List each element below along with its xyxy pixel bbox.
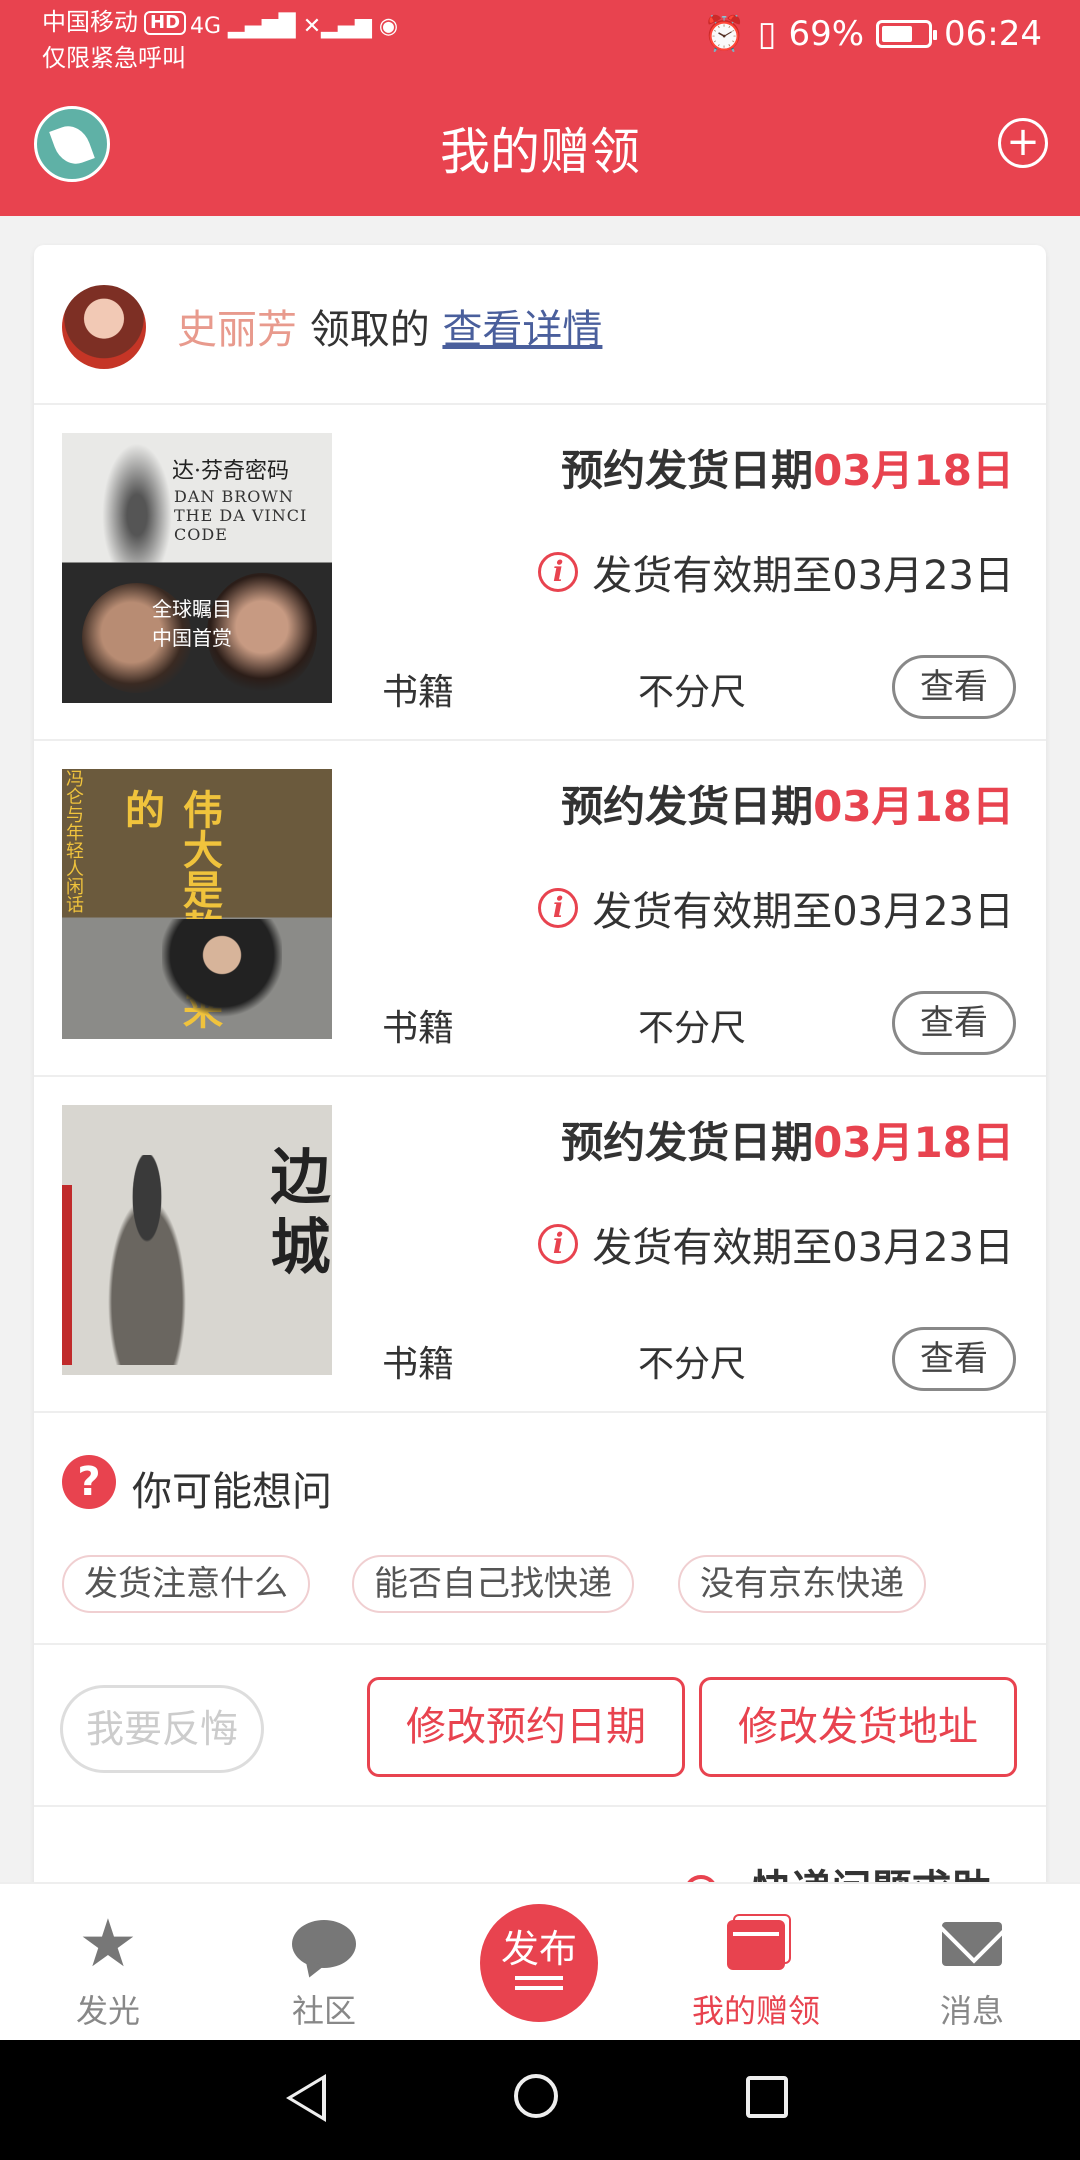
faq-chip[interactable]: 发货注意什么 (62, 1555, 310, 1613)
system-nav-bar (0, 2040, 1080, 2160)
cover-subtitle: DAN BROWN THE DA VINCI CODE (174, 487, 308, 544)
cover-subtitle: 冯仑与年轻人闲话人生 (63, 769, 84, 913)
validity: i 发货有效期至03月23日 (538, 1215, 1014, 1273)
nav-item-messages[interactable]: 消息 (892, 1884, 1052, 2042)
book-cover-da-vinci-code[interactable]: 达·芬奇密码 DAN BROWN THE DA VINCI CODE 全球瞩目 … (62, 433, 332, 703)
list-item: 达·芬奇密码 DAN BROWN THE DA VINCI CODE 全球瞩目 … (34, 403, 1046, 741)
page-title: 我的赠领 (440, 123, 640, 181)
emergency-text: 仅限紧急呼叫 (42, 44, 186, 72)
bottom-nav: ★ 发光 社区 发布 我的赠领 消息 (0, 1882, 1080, 2042)
item-category: 书籍 (382, 1008, 455, 1049)
owner-text: 史丽芳 领取的 查看详情 (177, 297, 602, 355)
question-icon: ? (62, 1455, 116, 1509)
info-icon: i (538, 1224, 579, 1264)
nav-label: 发光 (75, 1992, 140, 2030)
cover-slogan: 全球瞩目 中国首赏 (152, 597, 232, 650)
publish-button[interactable]: 发布 (480, 1904, 598, 2022)
action-row: 我要反悔 修改预约日期 修改发货地址 (34, 1645, 1046, 1807)
faq-chip[interactable]: 没有京东快递 (678, 1555, 926, 1613)
owner-name[interactable]: 史丽芳 (177, 307, 297, 353)
validity: i 发货有效期至03月23日 (538, 879, 1014, 937)
plus-circle-icon[interactable]: + (998, 118, 1048, 168)
book-cover-greatness[interactable]: 冯仑与年轻人闲话人生 伟大是熬出来的 (62, 769, 332, 1039)
battery-fill (882, 26, 913, 42)
nav-label: 我的赠领 (691, 1992, 820, 2030)
battery-icon (876, 20, 938, 48)
hd-icon: HD (144, 11, 187, 35)
item-category: 书籍 (382, 1344, 455, 1385)
ship-date: 预约发货日期03月18日 (561, 773, 1014, 834)
faq-title: 你可能想问 (132, 1469, 332, 1515)
publish-label: 发布 (500, 1927, 577, 1971)
owner-action: 领取的 (309, 307, 430, 353)
clock: 06:24 (944, 14, 1042, 54)
ship-date-label: 预约发货日期 (561, 1118, 814, 1167)
view-details-link[interactable]: 查看详情 (442, 307, 602, 353)
nav-item-community[interactable]: 社区 (244, 1884, 404, 2042)
book-cover-border-town[interactable]: 边城 (62, 1105, 332, 1375)
ship-date: 预约发货日期03月18日 (561, 437, 1014, 498)
nav-item-my-gifts[interactable]: 我的赠领 (676, 1884, 836, 2042)
change-address-button[interactable]: 修改发货地址 (699, 1677, 1017, 1777)
back-icon[interactable] (286, 2074, 326, 2122)
faq-section: ? 你可能想问 发货注意什么 能否自己找快递 没有京东快递 (34, 1411, 1046, 1645)
recent-apps-icon[interactable] (746, 2076, 788, 2118)
view-button[interactable]: 查看 (892, 655, 1016, 719)
item-size: 不分尺 (638, 672, 747, 713)
status-right: ⏰ ▯ 69% 06:24 (703, 14, 1042, 54)
ship-date-value: 03月18日 (813, 446, 1014, 495)
ship-date-value: 03月18日 (813, 1118, 1014, 1167)
cover-title: 边城 (260, 1145, 330, 1285)
menu-lines-icon (515, 1976, 563, 1980)
change-date-button[interactable]: 修改预约日期 (367, 1677, 685, 1777)
info-icon: i (538, 552, 579, 592)
list-item: 边城 预约发货日期03月18日 i 发货有效期至03月23日 书籍 不分尺 查看 (34, 1075, 1046, 1413)
nav-item-shine[interactable]: ★ 发光 (28, 1884, 188, 2042)
ship-date-label: 预约发货日期 (561, 782, 814, 831)
avatar[interactable] (62, 285, 146, 369)
battery-percent: 69% (788, 14, 865, 54)
view-button[interactable]: 查看 (892, 1327, 1016, 1391)
item-size: 不分尺 (638, 1344, 747, 1385)
status-carrier: 中国移动 HD 仅限紧急呼叫 (42, 4, 187, 76)
validity: i 发货有效期至03月23日 (538, 543, 1014, 601)
faq-chip[interactable]: 能否自己找快递 (352, 1555, 634, 1613)
home-icon[interactable] (514, 2074, 558, 2118)
info-icon: i (538, 888, 579, 928)
header-bar: 中国移动 HD 仅限紧急呼叫 4G ▂▄▆█ ✕▂▄▆ ◉ ⏰ ▯ 69% 06:… (0, 0, 1080, 216)
ship-date-value: 03月18日 (813, 782, 1014, 831)
ship-date: 预约发货日期03月18日 (561, 1109, 1014, 1170)
mail-icon (940, 1914, 1004, 1974)
validity-text: 发货有效期至03月23日 (592, 553, 1014, 599)
cover-title: 达·芬奇密码 (172, 459, 289, 484)
validity-text: 发货有效期至03月23日 (592, 1225, 1014, 1271)
nav-label: 社区 (291, 1992, 356, 2030)
list-item: 冯仑与年轻人闲话人生 伟大是熬出来的 预约发货日期03月18日 i 发货有效期至0… (34, 739, 1046, 1077)
view-button[interactable]: 查看 (892, 991, 1016, 1055)
carrier-name: 中国移动 (42, 8, 138, 36)
validity-text: 发货有效期至03月23日 (592, 889, 1014, 935)
chat-bubble-icon (292, 1914, 356, 1974)
gift-card: 史丽芳 领取的 查看详情 达·芬奇密码 DAN BROWN THE DA VIN… (34, 245, 1046, 1895)
item-size: 不分尺 (638, 1008, 747, 1049)
vibrate-icon: ▯ (757, 14, 777, 54)
nav-label: 消息 (939, 1992, 1004, 2030)
regret-button[interactable]: 我要反悔 (60, 1685, 264, 1773)
ship-date-label: 预约发货日期 (561, 446, 814, 495)
star-icon: ★ (78, 1905, 138, 1982)
alarm-icon: ⏰ (703, 14, 746, 54)
network-type: 4G (190, 14, 222, 39)
gift-box-icon (724, 1914, 788, 1974)
signal-icon: 4G ▂▄▆█ ✕▂▄▆ ◉ (190, 14, 399, 39)
owner-row: 史丽芳 领取的 查看详情 (34, 245, 1046, 405)
item-category: 书籍 (382, 672, 455, 713)
